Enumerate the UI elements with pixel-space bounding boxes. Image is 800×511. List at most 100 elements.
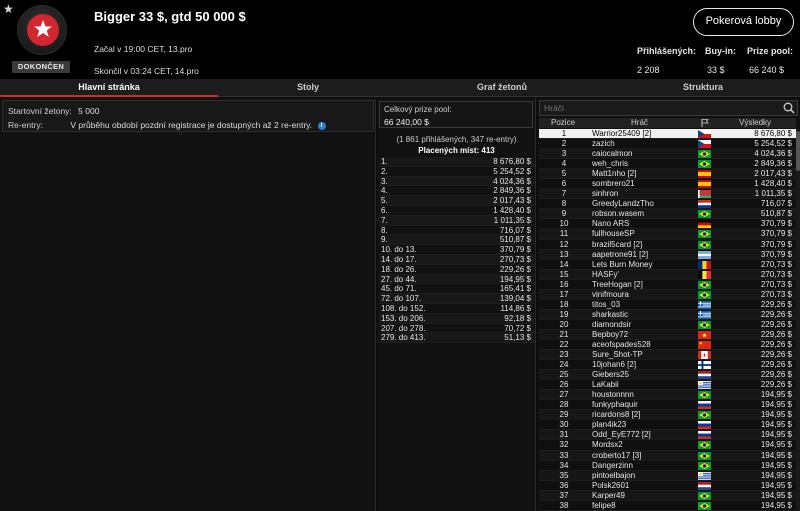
favorite-star-icon[interactable]: ★ [3, 2, 14, 16]
table-row[interactable]: 36 Polsk2601 194,95 $ [539, 481, 796, 491]
payout-row: 108. do 152. 114,86 $ [379, 304, 534, 314]
table-row[interactable]: 12 brazil5card [2] 370,79 $ [539, 240, 796, 250]
column-position[interactable]: Pozice [551, 118, 575, 128]
table-row[interactable]: 11 fullhouseSP 370,79 $ [539, 229, 796, 240]
player-result: 194,95 $ [760, 400, 792, 410]
table-row[interactable]: 35 pintoelbajon 194,95 $ [539, 470, 796, 481]
table-row[interactable]: 30 plan4ik23 194,95 $ [539, 420, 796, 431]
table-row[interactable]: 27 houstonnnn 194,95 $ [539, 390, 796, 401]
table-row[interactable]: 32 Mordsx2 194,95 $ [539, 440, 796, 451]
table-row[interactable]: 7 sinhron 1 011,35 $ [539, 189, 796, 200]
player-search-input[interactable] [539, 100, 798, 116]
player-position: 32 [559, 440, 569, 450]
payout-row: 27. do 44. 194,95 $ [379, 274, 534, 285]
player-result: 194,95 $ [760, 420, 792, 430]
table-row[interactable]: 20 diamondsir 229,26 $ [539, 320, 796, 330]
table-row[interactable]: 17 vinifmoura 270,73 $ [539, 289, 796, 300]
player-result: 270,73 $ [760, 289, 792, 299]
payout-place: 6. [381, 205, 388, 215]
table-row[interactable]: 24 10johan6 [2] 229,26 $ [539, 360, 796, 371]
player-name: Dangerzinn [592, 460, 633, 470]
player-position: 26 [559, 380, 569, 390]
player-result: 194,95 $ [760, 470, 792, 480]
table-row[interactable]: 8 GreedyLandzTho 716,07 $ [539, 199, 796, 210]
payout-row: 18. do 26. 229,26 $ [379, 265, 534, 275]
player-position: 23 [559, 350, 569, 360]
player-result: 2 849,36 $ [754, 159, 792, 169]
player-name: aceofspades528 [592, 339, 651, 349]
player-name: 10johan6 [2] [592, 360, 637, 370]
table-row[interactable]: 26 LaKabii 229,26 $ [539, 380, 796, 391]
table-row[interactable]: 10 Nano ARS 370,79 $ [539, 219, 796, 230]
table-row[interactable]: 37 Karper49 194,95 $ [539, 490, 796, 501]
prizepool-value: 66 240 $ [749, 65, 785, 75]
table-row[interactable]: 25 Giebers25 229,26 $ [539, 370, 796, 381]
player-result: 270,73 $ [760, 259, 792, 269]
player-name: sombrero21 [592, 179, 635, 189]
player-position: 16 [559, 279, 569, 289]
table-row[interactable]: 22 aceofspades528 229,26 $ [539, 339, 796, 351]
tab-tables[interactable]: Stoly [218, 79, 398, 97]
table-row[interactable]: 15 HASFy' 270,73 $ [539, 269, 796, 280]
table-row[interactable]: 9 robson.wasem 510,87 $ [539, 209, 796, 220]
payout-place: 1. [381, 157, 388, 166]
tab-structure[interactable]: Struktura [606, 79, 800, 97]
player-name: Giebers25 [592, 370, 629, 380]
table-row[interactable]: 38 felipe8 194,95 $ [539, 501, 796, 511]
column-results[interactable]: Výsledky [739, 118, 771, 128]
table-row[interactable]: 4 weh_chris 2 849,36 $ [539, 159, 796, 170]
table-row[interactable]: 23 Sure_Shot-TP 229,26 $ [539, 350, 796, 361]
table-row[interactable]: 29 ricardons8 [2] 194,95 $ [539, 410, 796, 421]
table-row[interactable]: 13 aapetrone91 [2] 370,79 $ [539, 249, 796, 260]
table-row[interactable]: 14 Lets Burn Money 270,73 $ [539, 260, 796, 270]
player-result: 229,26 $ [760, 380, 792, 390]
search-icon[interactable] [783, 102, 795, 114]
payout-place: 10. do 13. [381, 245, 417, 255]
table-row[interactable]: 3 caiocalmon 4 024,36 $ [539, 149, 796, 160]
scroll-thumb[interactable] [796, 131, 800, 171]
player-position: 25 [559, 370, 569, 380]
player-position: 11 [559, 229, 569, 239]
finish-time: Skončil v 03:24 CET, 14.pro [94, 66, 199, 76]
table-row[interactable]: 19 sharkastic 229,26 $ [539, 309, 796, 320]
player-position: 8 [561, 199, 567, 209]
player-position: 30 [559, 420, 569, 430]
player-position: 34 [559, 460, 569, 470]
table-row[interactable]: 33 croberto17 [3] 194,95 $ [539, 450, 796, 461]
table-row[interactable]: 18 titos_03 229,26 $ [539, 300, 796, 310]
table-row[interactable]: 21 Bepboy72 229,26 $ [539, 329, 796, 340]
column-player[interactable]: Hráč [631, 118, 648, 128]
player-position: 38 [559, 500, 569, 510]
player-name: funkyphaquir [592, 400, 638, 410]
player-position: 12 [559, 239, 569, 249]
player-position: 10 [559, 219, 569, 229]
table-row[interactable]: 1 Warrior25409 [2] 8 676,80 $ [539, 129, 796, 140]
info-icon[interactable]: i [317, 121, 326, 130]
payout-amount: 92,18 $ [504, 313, 531, 323]
payout-amount: 1 011,35 $ [493, 215, 531, 225]
table-row[interactable]: 5 Matt1nho [2] 2 017,43 $ [539, 169, 796, 180]
player-result: 229,26 $ [760, 370, 792, 380]
player-result: 194,95 $ [760, 480, 792, 490]
table-row[interactable]: 6 sombrero21 1 428,40 $ [539, 179, 796, 190]
player-position: 37 [559, 490, 569, 500]
players-scrollbar[interactable] [796, 129, 800, 511]
player-result: 194,95 $ [760, 460, 792, 470]
table-row[interactable]: 34 Dangerzinn 194,95 $ [539, 461, 796, 471]
table-row[interactable]: 28 funkyphaquir 194,95 $ [539, 400, 796, 411]
table-row[interactable]: 16 TreeHogan [2] 270,73 $ [539, 280, 796, 290]
tab-main[interactable]: Hlavní stránka [0, 79, 218, 97]
payout-amount: 370,79 $ [499, 245, 531, 255]
start-time: Začal v 19:00 CET, 13.pro [94, 44, 193, 54]
reentry-value: V průběhu období pozdní registrace je do… [70, 120, 313, 130]
player-name: weh_chris [592, 159, 629, 169]
poker-lobby-button[interactable]: Pokerová lobby [693, 8, 794, 36]
player-position: 22 [559, 339, 569, 349]
table-row[interactable]: 2 zazich 5 254,52 $ [539, 139, 796, 150]
player-name: houstonnnn [592, 390, 634, 400]
pokerstars-logo [17, 5, 67, 55]
player-result: 270,73 $ [760, 269, 792, 279]
prize-panel: Celkový prize pool: 66 240,00 $ (1 861 p… [377, 98, 536, 511]
tab-chip-graph[interactable]: Graf žetonů [398, 79, 606, 97]
table-row[interactable]: 31 Odd_EyE772 [2] 194,95 $ [539, 430, 796, 441]
